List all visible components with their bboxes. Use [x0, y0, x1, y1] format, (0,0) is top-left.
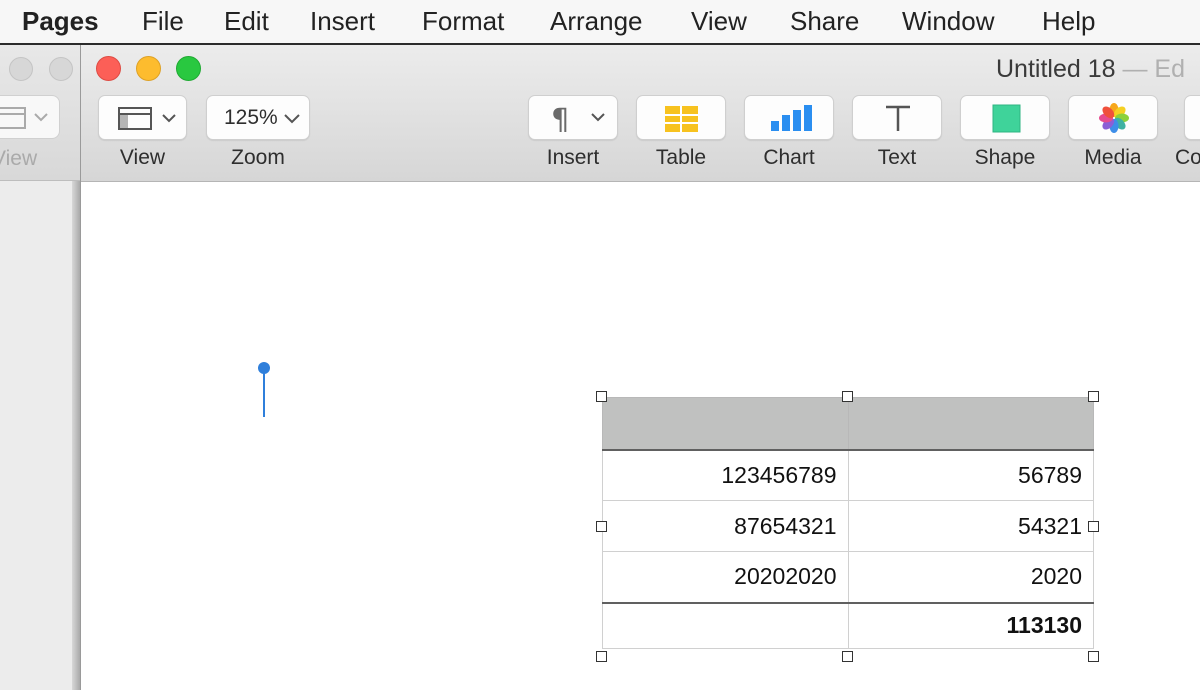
selection-handle-bottom-right[interactable] — [1088, 651, 1099, 662]
shape-button[interactable] — [960, 95, 1050, 140]
svg-text:¶: ¶ — [551, 102, 569, 136]
text-t-icon — [886, 105, 910, 131]
menu-view[interactable]: View — [691, 6, 747, 37]
selection-handle-bottom[interactable] — [842, 651, 853, 662]
comment-button[interactable] — [1184, 95, 1200, 140]
sidebar-layout-icon — [0, 107, 48, 129]
menu-bar: Pages File Edit Insert Format Arrange Vi… — [0, 0, 1200, 45]
menu-insert[interactable]: Insert — [310, 6, 375, 37]
table-object[interactable]: 123456789 56789 87654321 54321 20202020 … — [596, 391, 1099, 662]
menu-window[interactable]: Window — [902, 6, 994, 37]
table-cell[interactable]: 20202020 — [602, 551, 849, 603]
chart-label: Chart — [763, 146, 815, 169]
comment-label: Co — [1175, 146, 1200, 169]
table-cell[interactable]: 2020 — [847, 551, 1094, 603]
table-row: 123456789 56789 — [602, 448, 1094, 501]
chart-button[interactable] — [744, 95, 834, 140]
menu-format[interactable]: Format — [422, 6, 504, 37]
table-row: 20202020 2020 — [602, 551, 1094, 603]
bar-chart-icon — [771, 105, 812, 131]
view-button[interactable] — [98, 95, 187, 140]
document-canvas[interactable]: 123456789 56789 87654321 54321 20202020 … — [81, 182, 1200, 690]
text-label: Text — [877, 146, 917, 169]
chevron-down-icon — [284, 114, 300, 124]
pilcrow-icon: ¶ — [551, 102, 605, 136]
table-header-cell[interactable] — [602, 397, 849, 450]
table-button[interactable] — [636, 95, 726, 140]
selection-handle-left[interactable] — [596, 521, 607, 532]
selection-handle-top-left[interactable] — [596, 391, 607, 402]
table-footer-row: 113130 — [602, 601, 1094, 649]
minimize-button[interactable] — [136, 56, 161, 81]
menu-edit[interactable]: Edit — [224, 6, 269, 37]
background-window: View — [0, 45, 82, 690]
photos-flower-icon — [1099, 103, 1129, 133]
insert-button[interactable]: ¶ — [528, 95, 618, 140]
text-insertion-cursor — [263, 368, 265, 417]
shape-label: Shape — [974, 146, 1036, 169]
table-label: Table — [655, 146, 707, 169]
table-row: 87654321 54321 — [602, 500, 1094, 552]
selection-handle-top-right[interactable] — [1088, 391, 1099, 402]
background-toolbar: View — [0, 45, 82, 181]
text-button[interactable] — [852, 95, 942, 140]
pages-window: Untitled 18 — Ed View 125% Zoom ¶ Insert… — [80, 45, 1200, 690]
table-cell[interactable]: 87654321 — [602, 500, 849, 552]
sidebar-layout-icon — [118, 107, 176, 130]
square-shape-icon — [992, 104, 1021, 133]
menu-arrange[interactable]: Arrange — [550, 6, 643, 37]
table-cell[interactable]: 56789 — [847, 448, 1094, 501]
view-label: View — [119, 146, 166, 169]
document-title-suffix: — Ed — [1122, 55, 1186, 83]
table-header-cell[interactable] — [847, 397, 1094, 450]
bg-view-button[interactable] — [0, 95, 60, 139]
media-button[interactable] — [1068, 95, 1158, 140]
media-label: Media — [1084, 146, 1142, 169]
zoom-label: Zoom — [231, 146, 285, 169]
document-name: Untitled 18 — [996, 55, 1116, 83]
selection-handle-right[interactable] — [1088, 521, 1099, 532]
menu-pages[interactable]: Pages — [22, 6, 99, 37]
bg-close-light[interactable] — [9, 57, 33, 81]
close-button[interactable] — [96, 56, 121, 81]
table-header-row — [602, 397, 1094, 450]
document-title: Untitled 18 — Ed — [996, 55, 1185, 84]
menu-file[interactable]: File — [142, 6, 184, 37]
selection-handle-bottom-left[interactable] — [596, 651, 607, 662]
menu-help[interactable]: Help — [1042, 6, 1095, 37]
insert-label: Insert — [546, 146, 600, 169]
zoom-value: 125% — [224, 106, 278, 129]
table-icon — [665, 106, 698, 132]
zoom-dropdown[interactable]: 125% — [206, 95, 310, 140]
fullscreen-button[interactable] — [176, 56, 201, 81]
table-cell[interactable]: 54321 — [847, 500, 1094, 552]
table-cell[interactable]: 123456789 — [602, 448, 849, 501]
menu-share[interactable]: Share — [790, 6, 859, 37]
table-footer-cell[interactable] — [602, 601, 849, 649]
toolbar: Untitled 18 — Ed View 125% Zoom ¶ Insert… — [81, 45, 1200, 182]
data-table[interactable]: 123456789 56789 87654321 54321 20202020 … — [602, 397, 1094, 649]
bg-minimize-light[interactable] — [49, 57, 73, 81]
selection-handle-top[interactable] — [842, 391, 853, 402]
table-footer-total-cell[interactable]: 113130 — [847, 601, 1094, 649]
bg-view-label: View — [0, 147, 38, 170]
